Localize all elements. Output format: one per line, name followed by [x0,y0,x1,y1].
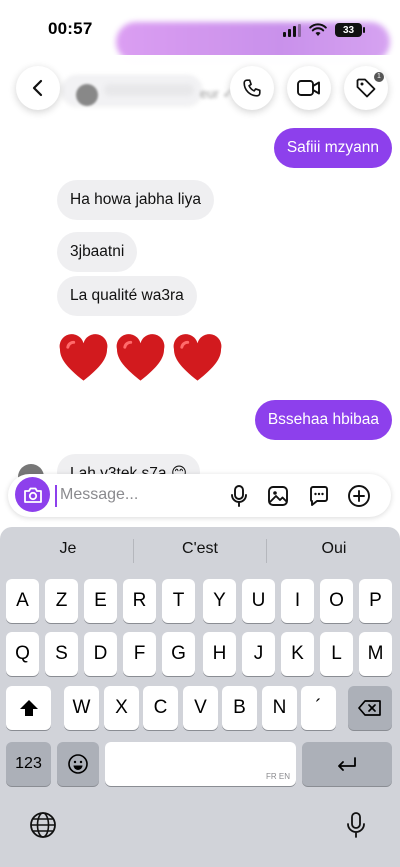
key-b[interactable]: B [222,686,257,730]
text-cursor [55,485,57,507]
suggestion-2[interactable]: C'est [140,540,260,558]
video-call-button[interactable] [287,66,331,110]
contact-avatar[interactable] [76,84,98,106]
return-key[interactable] [302,742,392,786]
keyboard: Je C'est Oui A Z E R T Y U I O P Q S D F… [0,527,400,867]
key-i[interactable]: I [281,579,314,623]
key-a[interactable]: A [6,579,39,623]
heart-emoji-message[interactable]: ❤️❤️❤️ [58,334,223,384]
numbers-key[interactable]: 123 [6,742,51,786]
suggestion-1[interactable]: Je [8,540,128,558]
contact-name[interactable] [104,84,194,96]
status-icons: 33 [283,20,365,40]
key-j[interactable]: J [242,632,275,676]
key-w[interactable]: W [64,686,99,730]
message-bubble-sent[interactable]: Safiii mzyann [273,128,392,168]
back-icon [32,79,43,97]
key-z[interactable]: Z [45,579,78,623]
globe-icon [30,812,56,838]
key-u[interactable]: U [242,579,275,623]
suggestion-divider [266,539,267,563]
phone-icon [243,79,261,97]
key-h[interactable]: H [203,632,236,676]
video-icon [297,80,320,96]
tag-badge: 1 [374,72,384,82]
suggestion-3[interactable]: Oui [274,540,394,558]
suggestion-divider [133,539,134,563]
emoji-key[interactable] [57,742,99,786]
key-accent[interactable]: ´ [301,686,336,730]
backspace-key[interactable] [348,686,392,730]
key-m[interactable]: M [359,632,392,676]
message-bubble-received[interactable]: 3jbaatni [57,232,138,272]
globe-button[interactable] [28,810,58,840]
key-s[interactable]: S [45,632,78,676]
key-t[interactable]: T [162,579,195,623]
wifi-icon [309,23,327,36]
heart-icon [59,334,108,381]
camera-button[interactable] [15,477,50,512]
key-l[interactable]: L [320,632,353,676]
dictation-icon [347,812,365,838]
photo-icon [268,486,288,506]
key-v[interactable]: V [183,686,218,730]
return-icon [338,757,356,771]
key-e[interactable]: E [84,579,117,623]
sticker-icon [310,486,328,506]
message-bubble-received[interactable]: Ha howa jabha liya [57,180,214,220]
back-button[interactable] [16,66,60,110]
key-f[interactable]: F [123,632,156,676]
message-bubble-received[interactable]: La qualité wa3ra [57,276,197,316]
gallery-button[interactable] [265,483,291,509]
message-bubble-sent[interactable]: Bssehaa hbibaa [254,400,392,440]
emoji-icon [68,754,88,774]
shift-icon [19,700,38,716]
camera-icon [23,487,42,503]
message-input[interactable] [60,483,210,507]
voice-message-button[interactable] [226,483,252,509]
key-g[interactable]: G [162,632,195,676]
key-q[interactable]: Q [6,632,39,676]
key-k[interactable]: K [281,632,314,676]
key-y[interactable]: Y [203,579,236,623]
dictation-button[interactable] [341,810,371,840]
plus-icon [348,485,370,507]
key-n[interactable]: N [262,686,297,730]
key-o[interactable]: O [320,579,353,623]
battery-icon: 33 [335,23,365,37]
microphone-icon [231,485,247,507]
space-key[interactable]: FR EN [105,742,296,786]
key-x[interactable]: X [104,686,139,730]
heart-icon [173,334,222,381]
heart-icon [116,334,165,381]
key-p[interactable]: P [359,579,392,623]
key-c[interactable]: C [143,686,178,730]
language-hint: FR EN [266,772,290,781]
status-time: 00:57 [48,19,93,38]
shift-key[interactable] [6,686,51,730]
key-d[interactable]: D [84,632,117,676]
message-composer [8,474,391,517]
sticker-button[interactable] [306,483,332,509]
audio-call-button[interactable] [230,66,274,110]
cellular-signal-icon [283,23,301,37]
key-r[interactable]: R [123,579,156,623]
backspace-icon [358,700,381,716]
tag-button[interactable]: 1 [344,66,388,110]
more-options-button[interactable] [346,483,372,509]
